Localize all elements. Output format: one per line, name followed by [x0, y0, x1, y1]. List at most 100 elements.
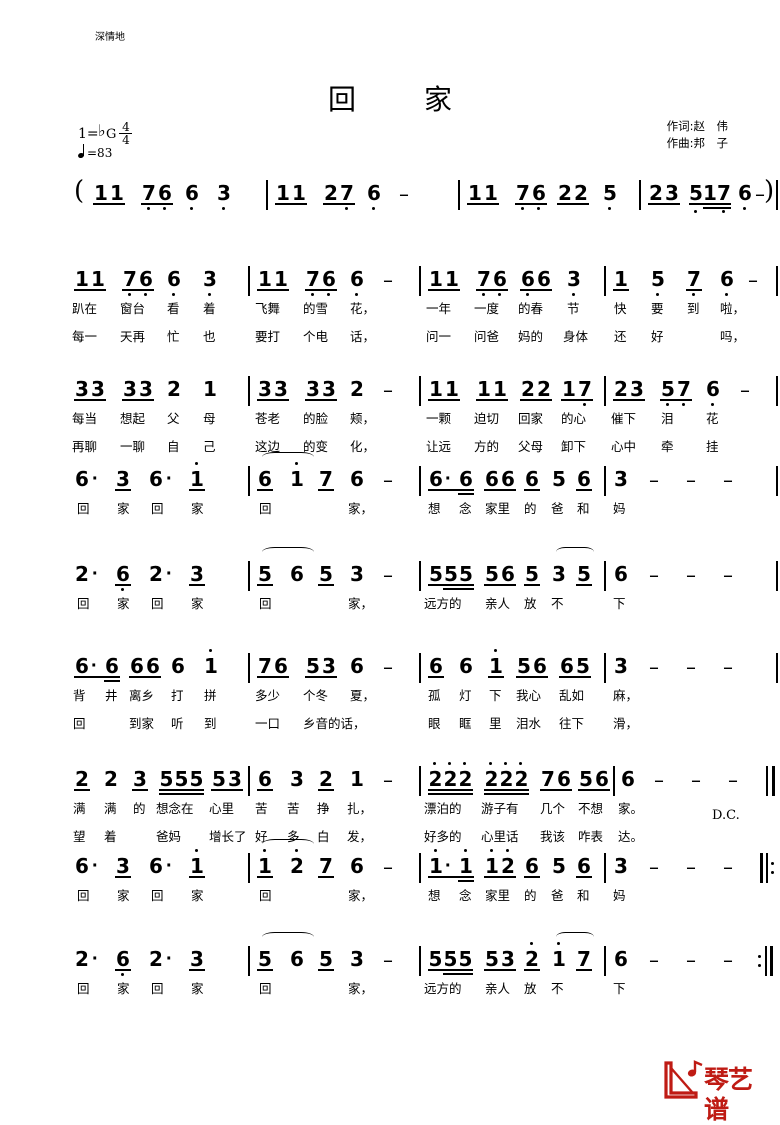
- high-octave-dot: [433, 762, 437, 766]
- barline: [248, 266, 250, 296]
- barline: [419, 766, 421, 796]
- lyric-syllable: 想念在: [156, 801, 194, 816]
- note: 2: [458, 767, 473, 791]
- lyric-syllable: 泪水: [516, 716, 542, 731]
- beam: [428, 489, 474, 491]
- beam: [428, 676, 444, 678]
- note: 5: [174, 767, 189, 791]
- lyric-syllable: 家，: [348, 596, 374, 611]
- note: 1: [493, 377, 507, 401]
- lyric-syllable: 想起: [120, 411, 146, 426]
- augmentation-dot: ·: [92, 855, 99, 877]
- beam-second: [443, 588, 474, 590]
- note: 3: [123, 377, 137, 401]
- note-hold-dash: –: [649, 468, 659, 492]
- lyric-syllable: 井: [105, 688, 118, 703]
- note: 2: [499, 767, 514, 791]
- note: 6: [149, 854, 163, 878]
- high-octave-dot: [209, 649, 213, 653]
- lyric-syllable: 下: [489, 688, 502, 703]
- beam: [524, 876, 540, 878]
- note: 6: [139, 267, 153, 291]
- note: 7: [578, 377, 592, 401]
- lyric-syllable: 往下: [559, 716, 585, 731]
- lyric-syllable: 望: [73, 829, 86, 844]
- lyric-syllable: 夏，: [350, 688, 376, 703]
- note: 1: [292, 181, 306, 205]
- barline: [604, 266, 606, 296]
- beam-second: [484, 793, 529, 795]
- note: 6: [274, 654, 288, 678]
- note: 5: [552, 467, 566, 491]
- beam: [318, 876, 334, 878]
- low-octave-dot: [682, 403, 686, 407]
- quarter-note-icon: [77, 144, 87, 159]
- note: 5: [651, 267, 665, 291]
- beam: [428, 399, 460, 401]
- high-octave-dot: [530, 942, 534, 946]
- lyric-syllable: 满: [73, 801, 86, 816]
- note: 3: [350, 562, 364, 586]
- lyric-syllable: 孤: [428, 688, 441, 703]
- barline: [604, 653, 606, 683]
- note: 5: [319, 562, 333, 586]
- barline: [248, 766, 250, 796]
- lyric-syllable: 拼: [204, 688, 217, 703]
- lyric-syllable: 家。: [618, 801, 644, 816]
- beam: [648, 203, 680, 205]
- beam: [689, 203, 731, 205]
- note-hold-dash: –: [654, 768, 664, 792]
- lyric-syllable: 远方的: [424, 596, 462, 611]
- lyric-syllable: 妈: [613, 501, 626, 516]
- high-octave-dot: [195, 849, 199, 853]
- lyric-syllable: 好: [651, 329, 664, 344]
- watermark-text: 琴艺谱: [704, 1065, 753, 1124]
- beam: [115, 584, 131, 586]
- barline: [776, 376, 778, 406]
- beam: [561, 399, 593, 401]
- note: 5: [603, 181, 617, 205]
- low-octave-dot: [327, 293, 331, 297]
- note: 6: [149, 467, 163, 491]
- lyric-syllable: 心中: [611, 439, 637, 454]
- time-signature-top: 4: [122, 120, 130, 134]
- note: 1: [468, 181, 482, 205]
- verse-row-4: 2 2 3 5 5 5 5 3 6 3 2 1 – 2 2 2 2 2 2 7 …: [0, 762, 780, 848]
- tempo-marking: =83: [77, 144, 112, 160]
- note: 1: [258, 267, 272, 291]
- beam: [686, 289, 702, 291]
- note: 2: [501, 854, 515, 878]
- slur: [556, 932, 594, 942]
- note-hold-dash: –: [723, 855, 733, 879]
- lyric-syllable: 不想: [578, 801, 604, 816]
- low-octave-dot: [537, 207, 541, 211]
- lyric-syllable: 乡音的话，: [303, 716, 366, 731]
- low-octave-dot: [208, 293, 212, 297]
- lyric-syllable: 和: [577, 501, 590, 516]
- note: 6: [501, 562, 515, 586]
- beam: [305, 399, 337, 401]
- beam: [576, 584, 592, 586]
- note: 5: [212, 767, 226, 791]
- low-octave-dot: [572, 293, 576, 297]
- note: 2: [525, 947, 539, 971]
- note: 5: [159, 767, 174, 791]
- note: 6: [146, 654, 160, 678]
- beam: [520, 289, 552, 291]
- high-octave-dot: [557, 942, 561, 946]
- note: 1: [91, 267, 105, 291]
- note: 5: [577, 562, 591, 586]
- note: 6: [171, 654, 185, 678]
- beam: [557, 203, 589, 205]
- beam: [613, 289, 629, 291]
- note-hold-dash: –: [383, 468, 393, 492]
- low-octave-dot: [722, 210, 726, 214]
- note: 5: [306, 654, 320, 678]
- note-hold-dash: –: [686, 468, 696, 492]
- verse-row-3: 6 · 6 6 6 6 1 7 6 5 3 6 – 6 6 1 5 6 6 5 …: [0, 649, 780, 735]
- lyric-syllable: 一颗: [426, 411, 452, 426]
- note: 5: [485, 562, 499, 586]
- note: 1: [204, 654, 218, 678]
- augmentation-dot: ·: [166, 948, 173, 970]
- note: 3: [258, 377, 272, 401]
